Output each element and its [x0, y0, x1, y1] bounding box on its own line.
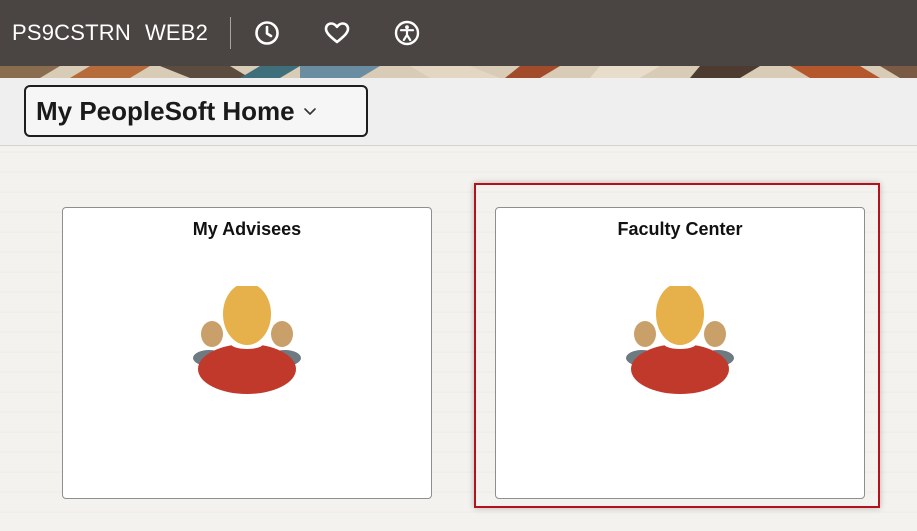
home-page-label: My PeopleSoft Home — [36, 95, 295, 126]
title-bar: My PeopleSoft Home — [0, 78, 917, 146]
header-banner — [0, 66, 917, 78]
heart-icon[interactable] — [323, 19, 351, 47]
chevron-down-icon — [303, 104, 317, 118]
tile-title: Faculty Center — [617, 219, 743, 239]
home-page-dropdown[interactable]: My PeopleSoft Home — [24, 85, 368, 137]
database-name: PS9CSTRN — [12, 20, 131, 45]
accessibility-icon[interactable] — [393, 19, 421, 47]
tile-title: My Advisees — [192, 219, 302, 239]
header-divider — [230, 17, 232, 49]
homepage-content: My Advisees Faculty Center — [0, 147, 917, 531]
tile-faculty-center[interactable]: Faculty Center — [495, 207, 865, 499]
node-name: WEB2 — [144, 20, 209, 45]
people-group-icon — [187, 283, 307, 398]
tile-my-advisees[interactable]: My Advisees — [62, 207, 432, 499]
people-group-icon — [620, 283, 740, 398]
clock-icon[interactable] — [253, 19, 281, 47]
app-header: PS9CSTRN WEB2 — [0, 0, 917, 66]
